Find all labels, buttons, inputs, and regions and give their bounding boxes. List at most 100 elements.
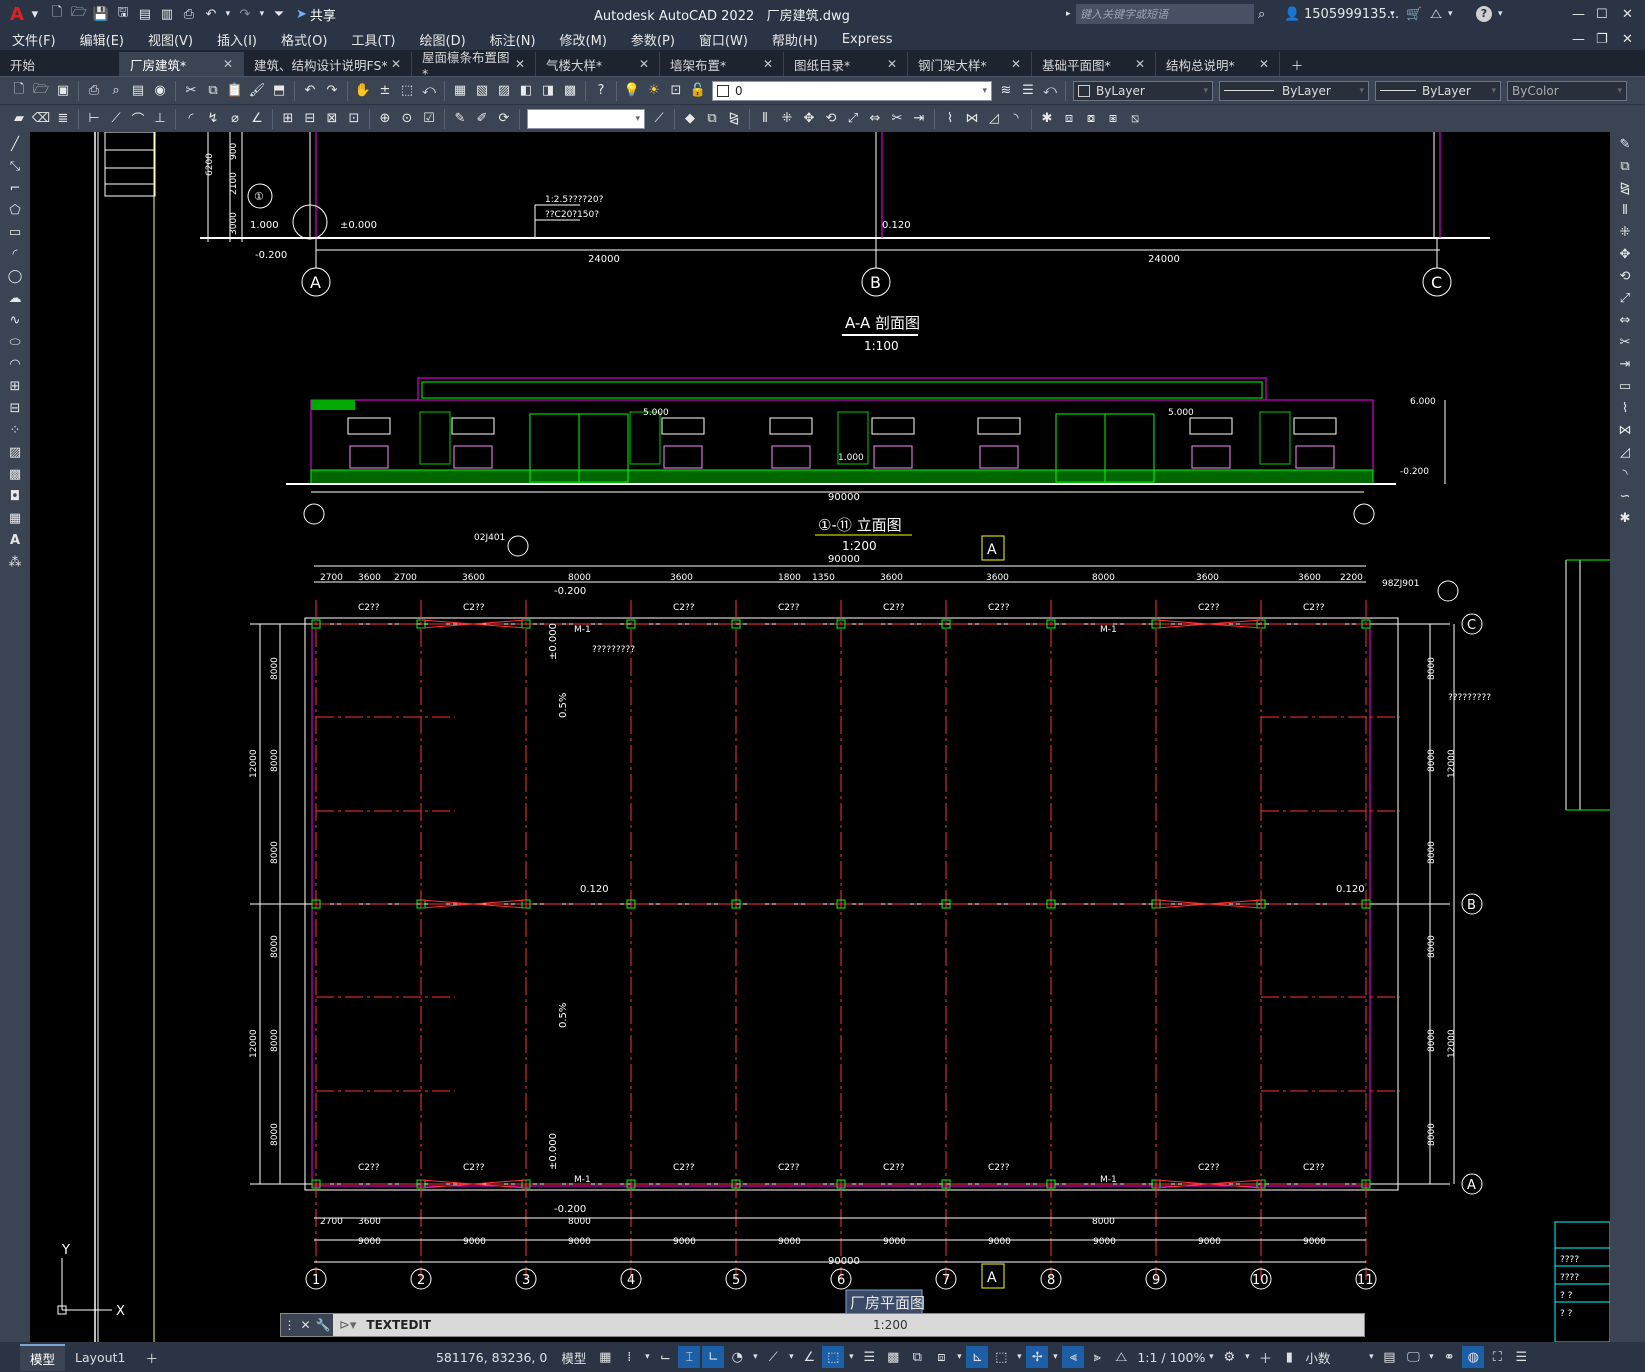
table-icon[interactable]: ▦ <box>3 508 27 528</box>
tab-foundation-plan[interactable]: 基础平面图* ✕ <box>1032 52 1156 76</box>
publish-icon[interactable]: ▤ <box>128 81 148 101</box>
lock-ui-dropdown-icon[interactable]: ▾ <box>1426 1346 1436 1368</box>
tab-factory-building[interactable]: 厂房建筑* ✕ <box>120 52 244 76</box>
tab-close-icon[interactable]: ✕ <box>763 57 773 71</box>
menu-help[interactable]: 帮助(H) <box>760 30 830 49</box>
3d-osnap-icon[interactable]: ⧈ <box>930 1346 952 1368</box>
menu-insert[interactable]: 插入(I) <box>205 30 269 49</box>
annotation-scale[interactable]: 1:1 / 100% <box>1137 1350 1205 1365</box>
quick-dim-icon[interactable]: ⊞ <box>278 109 298 129</box>
gradient-icon[interactable]: ▩ <box>3 464 27 484</box>
bring-front-icon[interactable]: ⧇ <box>1081 109 1101 129</box>
angular-dim-icon[interactable]: ∠ <box>247 109 267 129</box>
maximize-icon[interactable]: ☐ <box>1596 7 1608 22</box>
autodesk-a360-icon[interactable]: ⧍ <box>1430 7 1442 22</box>
aligned-dim-icon[interactable]: ⟋ <box>106 109 126 129</box>
insert-block-icon[interactable]: ⊞ <box>3 376 27 396</box>
break-icon[interactable]: ⌇ <box>1613 398 1637 418</box>
menu-modify[interactable]: 修改(M) <box>548 30 619 49</box>
lineweight-dropdown[interactable]: ByLayer ▾ <box>1375 80 1501 101</box>
join-icon[interactable]: ⋈ <box>962 109 982 129</box>
scale-dropdown-icon[interactable]: ▾ <box>1206 1346 1216 1368</box>
tab-close-icon[interactable]: ✕ <box>1135 57 1145 71</box>
zoom-window-icon[interactable]: ⬚ <box>397 81 417 101</box>
menu-file[interactable]: 文件(F) <box>0 30 68 49</box>
extend-icon[interactable]: ⇥ <box>1613 354 1637 374</box>
redo-icon[interactable]: ↷ <box>235 4 255 24</box>
isolate-objects-icon[interactable]: ⚭ <box>1438 1346 1460 1368</box>
spline-icon[interactable]: ∿ <box>3 310 27 330</box>
isodraft-icon[interactable]: ⟋ <box>762 1346 784 1368</box>
copy-icon[interactable]: ⧉ <box>1613 156 1637 176</box>
doc-restore-icon[interactable]: ❐ <box>1596 32 1608 47</box>
menu-tools[interactable]: 工具(T) <box>339 30 407 49</box>
block-editor-icon[interactable]: ⬒ <box>269 81 289 101</box>
markup-icon[interactable]: ◨ <box>538 81 558 101</box>
tab-drawing-index[interactable]: 图纸目录* ✕ <box>784 52 908 76</box>
tab-close-icon[interactable]: ✕ <box>1259 57 1269 71</box>
workspace-icon[interactable]: ⚙ <box>1218 1346 1240 1368</box>
customize-qat-icon[interactable]: ⏷ <box>269 4 289 24</box>
tab-design-notes[interactable]: 建筑、结构设计说明FS* ✕ <box>244 52 412 76</box>
hardware-acceleration-icon[interactable]: ◍ <box>1462 1346 1485 1368</box>
circle-icon[interactable]: ◯ <box>3 266 27 286</box>
ellipse-arc-icon[interactable]: ◠ <box>3 354 27 374</box>
continue-dim-icon[interactable]: ⊠ <box>322 109 342 129</box>
save-as-icon[interactable]: 🖫 <box>113 4 133 24</box>
eraser-icon[interactable]: ⌫ <box>31 109 51 129</box>
rectangle-icon[interactable]: ▭ <box>3 222 27 242</box>
open-web-icon[interactable]: ▤ <box>135 4 155 24</box>
coordinates[interactable]: 581176, 83236, 0 <box>436 1350 547 1365</box>
text-front-icon[interactable]: ⧅ <box>1125 109 1145 129</box>
arc-icon[interactable]: ◜ <box>3 244 27 264</box>
tab-wall-frame[interactable]: 墙架布置* ✕ <box>660 52 784 76</box>
add-layout-icon[interactable]: ＋ <box>135 1345 168 1370</box>
offset-icon[interactable]: ⫴ <box>1613 200 1637 220</box>
minimize-icon[interactable]: — <box>1572 7 1585 22</box>
units-icon[interactable]: ▮ <box>1278 1346 1300 1368</box>
menu-format[interactable]: 格式(O) <box>269 30 339 49</box>
construction-line-icon[interactable]: ⤡ <box>3 156 27 176</box>
search-input[interactable]: 键入关键字或短语 <box>1076 4 1254 24</box>
layout1-tab[interactable]: Layout1 <box>65 1347 135 1368</box>
clean-screen-icon[interactable]: ⛶ <box>1486 1346 1508 1368</box>
tool-palettes-icon[interactable]: ▨ <box>494 81 514 101</box>
undo-icon[interactable]: ↶ <box>201 4 221 24</box>
a360-dropdown-icon[interactable]: ▾ <box>1448 9 1453 19</box>
layer-manager-icon[interactable]: ☰ <box>1018 81 1038 101</box>
close-icon[interactable]: ✕ <box>1622 7 1633 22</box>
stretch-icon[interactable]: ⇔ <box>1613 310 1637 330</box>
undo-icon[interactable]: ↶ <box>300 81 320 101</box>
snap-icon[interactable]: ⁞ <box>618 1346 640 1368</box>
app-menu-arrow-icon[interactable]: ▾ <box>25 4 45 24</box>
layer-thaw-icon[interactable]: ☀ <box>644 81 664 101</box>
gizmo-dropdown-icon[interactable]: ▾ <box>1050 1346 1060 1368</box>
copy-icon[interactable]: ⧉ <box>203 81 223 101</box>
region-icon[interactable]: ◘ <box>3 486 27 506</box>
extend-icon[interactable]: ⇥ <box>909 109 929 129</box>
arc-length-icon[interactable]: ⌒ <box>128 109 148 129</box>
help-dropdown-icon[interactable]: ▾ <box>1498 9 1503 19</box>
ordinate-icon[interactable]: ⊥ <box>150 109 170 129</box>
polar-icon[interactable]: ◔ <box>726 1346 748 1368</box>
rotate-icon[interactable]: ⟲ <box>821 109 841 129</box>
lock-ui-icon[interactable]: 🖵 <box>1402 1346 1424 1368</box>
tab-steel-portal[interactable]: 钢门架大样* ✕ <box>908 52 1032 76</box>
move-icon[interactable]: ✥ <box>799 109 819 129</box>
join-icon[interactable]: ⋈ <box>1613 420 1637 440</box>
menu-express[interactable]: Express <box>830 32 905 47</box>
center-mark-icon[interactable]: ⊙ <box>397 109 417 129</box>
tab-close-icon[interactable]: ✕ <box>887 57 897 71</box>
open-icon[interactable]: 🗁 <box>69 4 89 24</box>
help-icon[interactable]: ? <box>591 81 611 101</box>
annotation-visibility-icon[interactable]: ⫷ <box>1062 1346 1085 1368</box>
units-dropdown-icon[interactable]: ▾ <box>1366 1346 1376 1368</box>
menu-view[interactable]: 视图(V) <box>136 30 205 49</box>
design-center-icon[interactable]: ▧ <box>472 81 492 101</box>
customize-icon[interactable]: 🔧 <box>316 1318 331 1332</box>
mtext-icon[interactable]: A <box>3 530 27 550</box>
array-icon[interactable]: ⁜ <box>777 109 797 129</box>
erase-icon[interactable]: ✎ <box>1613 134 1637 154</box>
layer-on-icon[interactable]: 💡 <box>622 81 642 101</box>
share-button[interactable]: ➤ 共享 <box>296 5 336 24</box>
